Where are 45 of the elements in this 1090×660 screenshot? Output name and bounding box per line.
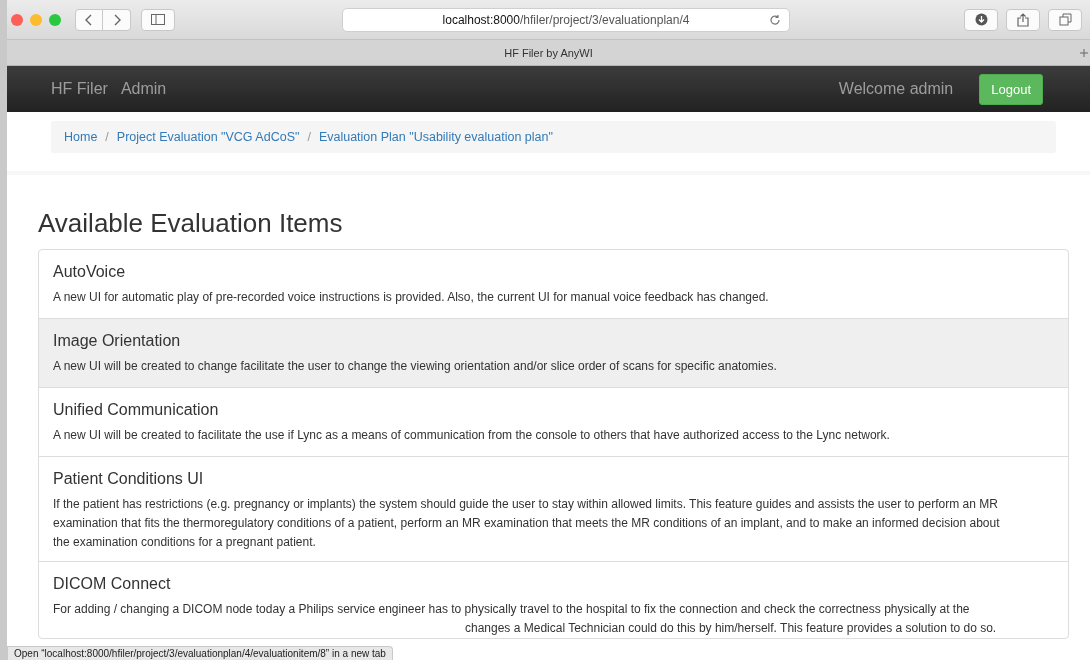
forward-button[interactable] bbox=[103, 8, 131, 31]
item-description: For adding / changing a DICOM node today a Philips service engineer has to physically travel to the hospital to fix the connection and check the correctness physically at the bbox=[53, 601, 971, 618]
new-tab-icon[interactable] bbox=[1080, 46, 1090, 60]
close-icon[interactable] bbox=[11, 13, 23, 26]
minimize-icon[interactable] bbox=[30, 13, 42, 26]
logout-button[interactable]: Logout bbox=[979, 73, 1043, 105]
sidebar-icon bbox=[151, 14, 165, 25]
item-description: If the patient has restrictions (e.g. pregnancy or implants) the system should guide the user to stay within allowed limits. This feature guides and assists the user to perform an MR examination that fits the thermoregulatory conditions of a patient, perform an MR examination that meets the MR conditions of an implant, and to make an informed decision about the examination conditions for a pregnant patient. bbox=[53, 496, 1001, 551]
share-icon bbox=[1017, 12, 1029, 27]
item-title: AutoVoice bbox=[53, 263, 127, 281]
share-button[interactable] bbox=[1006, 8, 1040, 31]
sidebar-button[interactable] bbox=[141, 8, 175, 31]
breadcrumb-link[interactable]: Home bbox=[64, 130, 98, 144]
address-bar[interactable]: localhost:8000/hfiler/project/3/evaluationplan/4 bbox=[342, 7, 790, 32]
back-button[interactable] bbox=[75, 8, 103, 31]
item-title: Image Orientation bbox=[53, 332, 182, 350]
tabs-icon bbox=[1058, 13, 1072, 26]
list-item[interactable]: Image Orientation A new UI will be created to change facilitate the user to change the viewing orientation and/or slice order of scans for specific anatomies. bbox=[39, 318, 1068, 387]
list-item[interactable] bbox=[39, 561, 1068, 638]
chevron-right-icon bbox=[112, 13, 121, 26]
zoom-icon[interactable] bbox=[49, 13, 61, 26]
breadcrumb-link[interactable]: Evaluation Plan "Usability evaluation plan" bbox=[318, 130, 553, 144]
item-title: DICOM Connect bbox=[53, 575, 172, 593]
tabs-button[interactable] bbox=[1048, 8, 1082, 31]
brand-link[interactable]: HF Filer bbox=[51, 80, 108, 98]
download-button[interactable] bbox=[964, 8, 998, 31]
item-title: Patient Conditions UI bbox=[53, 470, 205, 488]
browser-tab[interactable]: HF Filer by AnyWI bbox=[504, 46, 593, 59]
breadcrumb-separator: / bbox=[105, 130, 109, 144]
item-title: Unified Communication bbox=[53, 401, 220, 419]
nav-link[interactable]: Admin bbox=[120, 80, 167, 98]
list-item[interactable]: Unified Communication A new UI will be created to facilitate the use if Lync as a means of communication from the console to others that have authorized access to the Lync network. bbox=[39, 387, 1068, 456]
download-icon bbox=[974, 13, 988, 26]
item-description: A new UI will be created to facilitate the use if Lync as a means of communication from the console to others that have authorized access to the Lync network. bbox=[53, 427, 891, 444]
item-description: A new UI will be created to change facilitate the user to change the viewing orientation and/or slice order of scans for specific anatomies. bbox=[53, 358, 778, 375]
page-heading: Available Evaluation Items bbox=[38, 208, 344, 239]
status-bar: Open “localhost:8000/hfiler/project/3/evaluationplan/4/evaluationitem/8” in a new tab bbox=[7, 646, 393, 660]
chevron-left-icon bbox=[85, 13, 93, 26]
welcome-text: Welcome admin bbox=[838, 80, 954, 98]
list-item[interactable]: AutoVoice A new UI for automatic play of pre-recorded voice instructions is provided. Also, the current UI for manual voice feedback has changed. bbox=[39, 250, 1068, 318]
breadcrumb-separator: / bbox=[307, 130, 311, 144]
item-description: changes a Medical Technician could do this by him/herself. This feature provides a solution to do so. bbox=[465, 620, 998, 637]
reload-icon[interactable] bbox=[769, 13, 781, 26]
breadcrumb-link[interactable]: Project Evaluation "VCG AdCoS" bbox=[116, 130, 300, 144]
item-description: A new UI for automatic play of pre-recorded voice instructions is provided. Also, the current UI for manual voice feedback has changed. bbox=[53, 289, 770, 306]
